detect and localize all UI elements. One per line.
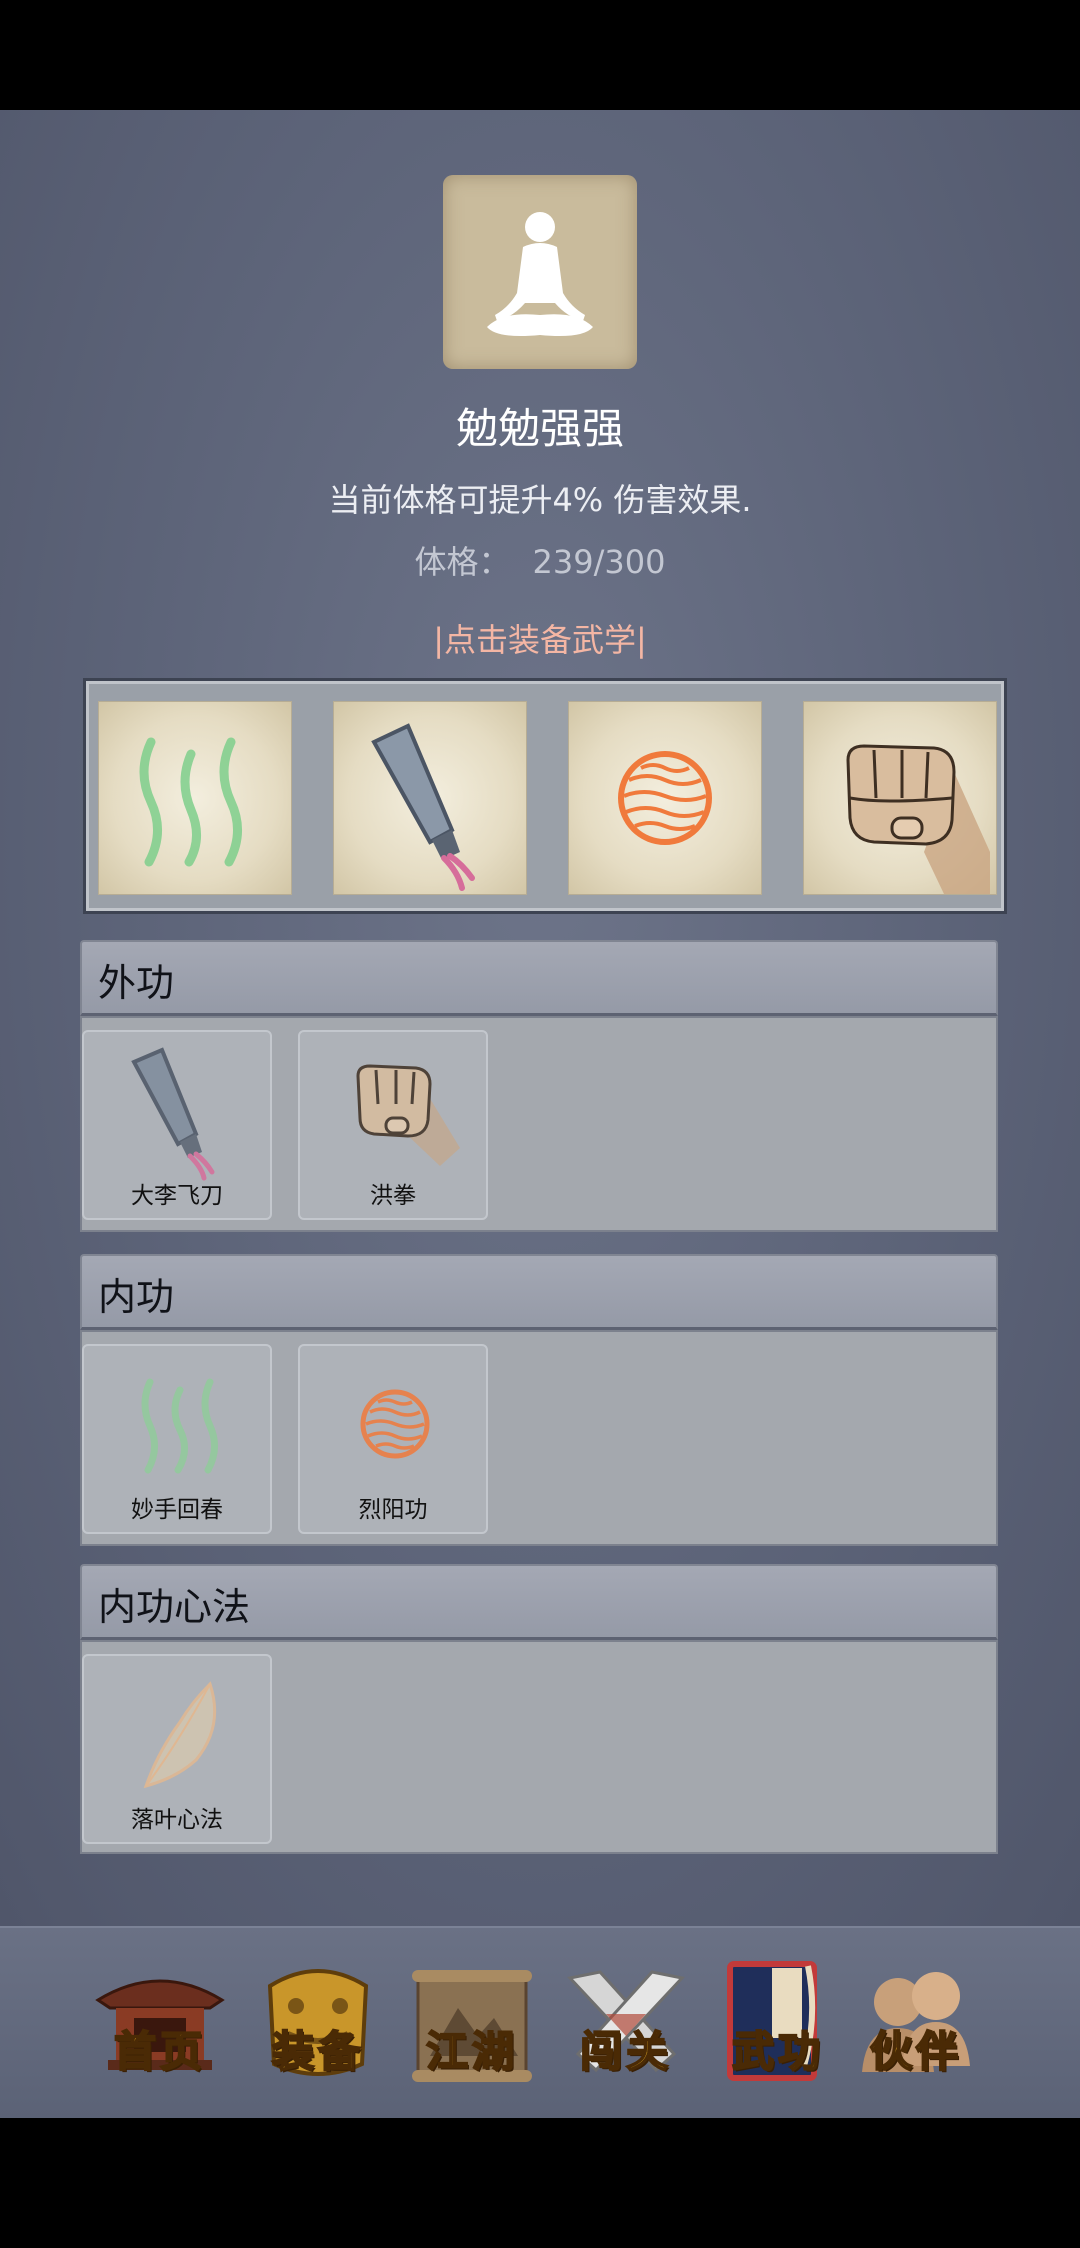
mind-method-title: 内功心法 (98, 1585, 251, 1629)
nav-partners-label: 伙伴 (869, 2026, 962, 2077)
inner-skills-title: 内功 (98, 1275, 175, 1319)
nav-challenge-label: 闯关 (579, 2026, 672, 2077)
inner-skills-list: 妙手回春 烈阳功 (80, 1330, 998, 1546)
skill-name: 妙手回春 (131, 1497, 223, 1523)
nav-jianghu-label: 江湖 (425, 2026, 518, 2077)
equipped-slot-2[interactable] (333, 701, 527, 895)
outer-skills-title: 外功 (98, 961, 175, 1005)
skill-name: 洪拳 (370, 1183, 416, 1209)
equipped-slot-4[interactable] (803, 701, 997, 895)
outer-skills-list: 大李飞刀 洪拳 (80, 1016, 998, 1232)
inner-skills-header: 内功 (80, 1254, 998, 1330)
skill-name: 落叶心法 (131, 1807, 223, 1833)
physique-value: 239/300 (532, 543, 666, 581)
mind-method-header: 内功心法 (80, 1564, 998, 1640)
green-wave-icon (139, 737, 243, 867)
rank-title: 勉勉强强 (455, 404, 624, 453)
nav-home-label: 首页 (113, 2026, 206, 2077)
meditation-avatar[interactable] (443, 175, 637, 369)
bottom-nav-bar: 首页 装备 江湖 闯关 武功 伙伴 (0, 1926, 1080, 2120)
mind-method-list: 落叶心法 (80, 1640, 998, 1854)
skill-card-falling-leaf[interactable]: 落叶心法 (82, 1654, 272, 1844)
nav-martial-arts-label: 武功 (731, 2026, 824, 2077)
skill-card-healing[interactable]: 妙手回春 (82, 1344, 272, 1534)
skill-card-blazing-sun[interactable]: 烈阳功 (298, 1344, 488, 1534)
equipped-slot-1[interactable] (98, 701, 292, 895)
sun-orb-icon (360, 1389, 430, 1459)
fist-icon (356, 1064, 460, 1166)
nav-home[interactable]: 首页 (90, 1956, 230, 2096)
equipped-skill-panel (83, 678, 1007, 914)
stat-description: 当前体格可提升4% 伤害效果. (328, 481, 752, 519)
leaf-icon (143, 1681, 217, 1789)
nav-martial-arts[interactable]: 武功 (708, 1956, 848, 2096)
flying-knife-icon (371, 723, 475, 891)
system-nav-area (0, 2118, 1080, 2248)
nav-challenge[interactable]: 闯关 (556, 1956, 696, 2096)
skill-name: 大李飞刀 (131, 1183, 223, 1209)
skill-card-fist[interactable]: 洪拳 (298, 1030, 488, 1220)
outer-skills-header: 外功 (80, 940, 998, 1016)
physique-label: 体格： (414, 543, 511, 581)
status-bar (0, 0, 1080, 110)
nav-equipment-label: 装备 (271, 2026, 364, 2077)
nav-equipment[interactable]: 装备 (248, 1956, 388, 2096)
equip-hint-link[interactable]: |点击装备武学| (0, 615, 1080, 661)
fist-icon (846, 744, 990, 894)
meditating-figure-icon (487, 212, 593, 336)
nav-jianghu[interactable]: 江湖 (402, 1956, 542, 2096)
skill-card-flying-knife[interactable]: 大李飞刀 (82, 1030, 272, 1220)
physique-stat: 体格： 239/300 (0, 537, 1080, 583)
nav-partners[interactable]: 伙伴 (846, 1956, 986, 2096)
equipped-slot-3[interactable] (568, 701, 762, 895)
skill-name: 烈阳功 (358, 1497, 428, 1523)
flying-knife-icon (131, 1047, 215, 1181)
green-wave-icon (141, 1378, 218, 1474)
sun-orb-icon (618, 751, 712, 845)
